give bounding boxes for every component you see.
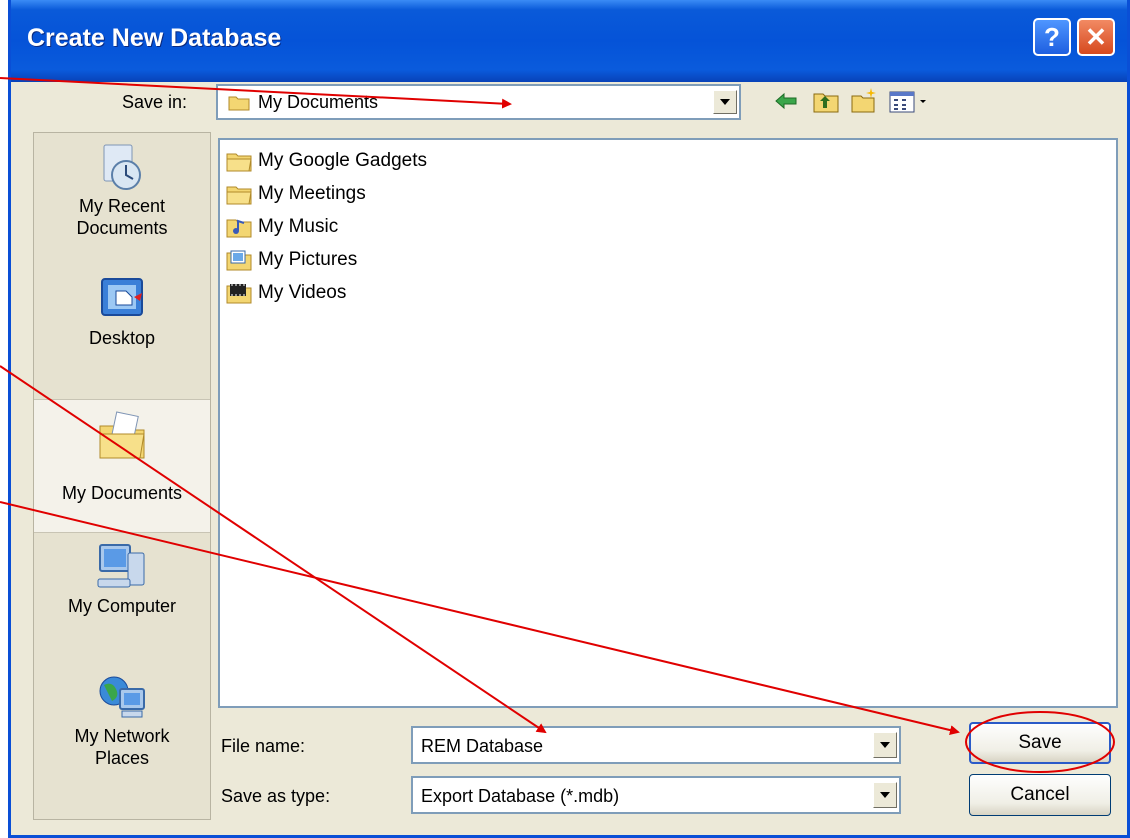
- save-in-dropdown[interactable]: My Documents: [216, 84, 741, 120]
- views-menu-icon[interactable]: [887, 86, 931, 116]
- place-my-computer[interactable]: My Computer: [34, 539, 210, 617]
- place-label-line1: My Recent: [78, 196, 166, 216]
- back-arrow-icon[interactable]: [771, 86, 801, 116]
- save-as-type-value: Export Database (*.mdb): [421, 786, 620, 806]
- places-bar: My Recent Documents Desktop My Documents…: [33, 132, 211, 820]
- videos-folder-icon: [226, 282, 252, 304]
- new-folder-icon[interactable]: [849, 86, 879, 116]
- save-in-folder-icon: [228, 93, 250, 111]
- my-documents-icon: [94, 408, 150, 464]
- save-as-type-dropdown[interactable]: Export Database (*.mdb): [411, 776, 901, 814]
- file-name-dropdown-arrow[interactable]: [873, 732, 897, 758]
- network-places-icon: [94, 669, 150, 725]
- file-name: My Music: [258, 216, 339, 237]
- close-button[interactable]: ✕: [1077, 18, 1115, 56]
- music-folder-icon: [226, 216, 252, 238]
- close-icon: ✕: [1085, 21, 1107, 52]
- list-item[interactable]: My Music: [226, 212, 338, 242]
- file-name-value: REM Database: [421, 736, 544, 756]
- save-button[interactable]: Save: [969, 722, 1111, 764]
- cancel-button[interactable]: Cancel: [969, 774, 1111, 816]
- help-icon: ?: [1044, 21, 1060, 52]
- list-item[interactable]: My Meetings: [226, 179, 366, 209]
- place-label: My Computer: [67, 596, 177, 616]
- recent-documents-icon: [94, 139, 150, 195]
- title-bar[interactable]: Create New Database ? ✕: [11, 0, 1127, 82]
- help-button[interactable]: ?: [1033, 18, 1071, 56]
- folder-icon: [226, 150, 252, 172]
- create-database-dialog: Create New Database ? ✕ Save in: My Docu…: [8, 0, 1130, 838]
- save-as-type-dropdown-arrow[interactable]: [873, 782, 897, 808]
- place-label-line2: Documents: [76, 218, 168, 238]
- save-in-value: My Documents: [258, 92, 379, 112]
- file-name: My Meetings: [258, 183, 366, 204]
- file-name-input[interactable]: REM Database: [411, 726, 901, 764]
- place-desktop[interactable]: Desktop: [34, 271, 210, 349]
- file-name: My Pictures: [258, 249, 358, 270]
- save-in-label: Save in:: [122, 92, 188, 112]
- place-my-documents[interactable]: My Documents: [34, 399, 210, 533]
- list-item[interactable]: My Pictures: [226, 245, 357, 275]
- my-computer-icon: [94, 539, 150, 595]
- place-label-line2: Places: [94, 748, 150, 768]
- folder-icon: [226, 183, 252, 205]
- save-as-type-label: Save as type:: [221, 786, 331, 806]
- list-item[interactable]: My Google Gadgets: [226, 146, 427, 176]
- file-name: My Videos: [258, 282, 347, 303]
- file-name-label: File name:: [221, 736, 306, 756]
- place-label: Desktop: [88, 328, 156, 348]
- dialog-title: Create New Database: [27, 24, 282, 52]
- place-label: My Documents: [61, 483, 183, 503]
- place-label-line1: My Network: [74, 726, 170, 746]
- up-one-level-icon[interactable]: [811, 86, 841, 116]
- place-my-network-places[interactable]: My Network Places: [34, 669, 210, 769]
- list-item[interactable]: My Videos: [226, 278, 346, 308]
- file-list[interactable]: My Google Gadgets My Meetings My Music M…: [218, 138, 1118, 708]
- desktop-icon: [94, 271, 150, 327]
- place-my-recent-documents[interactable]: My Recent Documents: [34, 139, 210, 239]
- file-name: My Google Gadgets: [258, 150, 427, 171]
- pictures-folder-icon: [226, 249, 252, 271]
- save-in-dropdown-arrow[interactable]: [713, 90, 737, 114]
